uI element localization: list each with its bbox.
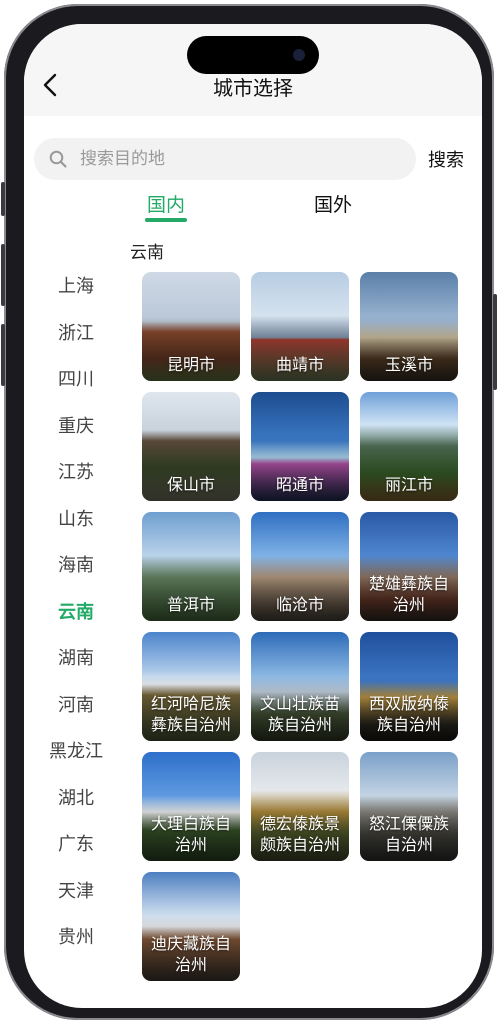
search-input[interactable] <box>80 138 400 180</box>
city-name: 昭通市 <box>275 475 324 494</box>
province-sidebar[interactable]: 上海浙江四川重庆江苏山东海南云南湖南河南黑龙江湖北广东天津贵州山西 <box>24 246 128 966</box>
phone-frame: 城市选择 搜索 国内 国外 上海浙江四川重庆江苏山东海南云南湖南河南黑龙江湖北广… <box>1 4 497 1020</box>
city-name: 德宏傣族景颇族自治州 <box>259 814 340 854</box>
section-title: 云南 <box>130 243 164 263</box>
city-card[interactable]: 普洱市 <box>142 512 240 621</box>
sidebar-item[interactable]: 四川 <box>24 365 128 391</box>
sidebar-item[interactable]: 湖南 <box>24 644 128 670</box>
sidebar-item[interactable]: 上海 <box>24 272 128 298</box>
sidebar-item[interactable]: 海南 <box>24 551 128 577</box>
city-name: 临沧市 <box>275 595 324 614</box>
city-name: 丽江市 <box>384 475 433 494</box>
city-card[interactable]: 大理白族自治州 <box>142 752 240 861</box>
search-box[interactable] <box>34 138 416 180</box>
sidebar-item[interactable]: 山东 <box>24 505 128 531</box>
search-icon <box>49 150 67 168</box>
city-name: 昆明市 <box>166 355 215 374</box>
city-card[interactable]: 昆明市 <box>142 272 240 381</box>
mute-switch <box>1 182 5 216</box>
sidebar-item[interactable]: 天津 <box>24 877 128 903</box>
power-button <box>493 294 497 390</box>
city-name: 西双版纳傣族自治州 <box>368 694 449 734</box>
city-card[interactable]: 迪庆藏族自治州 <box>142 872 240 981</box>
dynamic-island <box>187 36 319 74</box>
sidebar-item[interactable]: 贵州 <box>24 923 128 949</box>
city-card[interactable]: 文山壮族苗族自治州 <box>251 632 349 741</box>
sidebar-item[interactable]: 江苏 <box>24 458 128 484</box>
city-card[interactable]: 曲靖市 <box>251 272 349 381</box>
city-name: 文山壮族苗族自治州 <box>259 694 340 734</box>
volume-up-button <box>1 244 5 306</box>
city-name: 红河哈尼族彝族自治州 <box>150 694 231 734</box>
sidebar-item[interactable]: 重庆 <box>24 412 128 438</box>
city-card[interactable]: 西双版纳傣族自治州 <box>360 632 458 741</box>
tab-foreign[interactable]: 国外 <box>314 190 352 217</box>
city-card[interactable]: 楚雄彝族自治州 <box>360 512 458 621</box>
region-tabs: 国内 国外 <box>24 190 482 230</box>
city-card[interactable]: 昭通市 <box>251 392 349 501</box>
city-name: 曲靖市 <box>275 355 324 374</box>
page-title: 城市选择 <box>213 76 293 100</box>
city-card[interactable]: 临沧市 <box>251 512 349 621</box>
city-name: 普洱市 <box>166 595 215 614</box>
city-name: 保山市 <box>166 475 215 494</box>
sidebar-item[interactable]: 云南 <box>24 598 128 624</box>
city-name: 玉溪市 <box>384 355 433 374</box>
city-name: 楚雄彝族自治州 <box>368 574 449 614</box>
city-card[interactable]: 丽江市 <box>360 392 458 501</box>
app-screen: 城市选择 搜索 国内 国外 上海浙江四川重庆江苏山东海南云南湖南河南黑龙江湖北广… <box>24 24 482 1008</box>
sidebar-item[interactable]: 湖北 <box>24 784 128 810</box>
city-name: 大理白族自治州 <box>150 814 231 854</box>
city-name: 怒江傈僳族自治州 <box>368 814 449 854</box>
city-card[interactable]: 怒江傈僳族自治州 <box>360 752 458 861</box>
sidebar-item[interactable]: 浙江 <box>24 319 128 345</box>
active-tab-indicator <box>145 218 187 222</box>
sidebar-item[interactable]: 广东 <box>24 830 128 856</box>
volume-down-button <box>1 324 5 386</box>
city-card[interactable]: 玉溪市 <box>360 272 458 381</box>
search-button[interactable]: 搜索 <box>428 146 464 172</box>
tab-domestic[interactable]: 国内 <box>147 190 185 217</box>
sidebar-item[interactable]: 河南 <box>24 691 128 717</box>
city-card[interactable]: 红河哈尼族彝族自治州 <box>142 632 240 741</box>
sidebar-item[interactable]: 黑龙江 <box>24 737 128 763</box>
city-name: 迪庆藏族自治州 <box>150 934 231 974</box>
city-card[interactable]: 保山市 <box>142 392 240 501</box>
search-bar: 搜索 <box>34 138 474 180</box>
city-card[interactable]: 德宏傣族景颇族自治州 <box>251 752 349 861</box>
